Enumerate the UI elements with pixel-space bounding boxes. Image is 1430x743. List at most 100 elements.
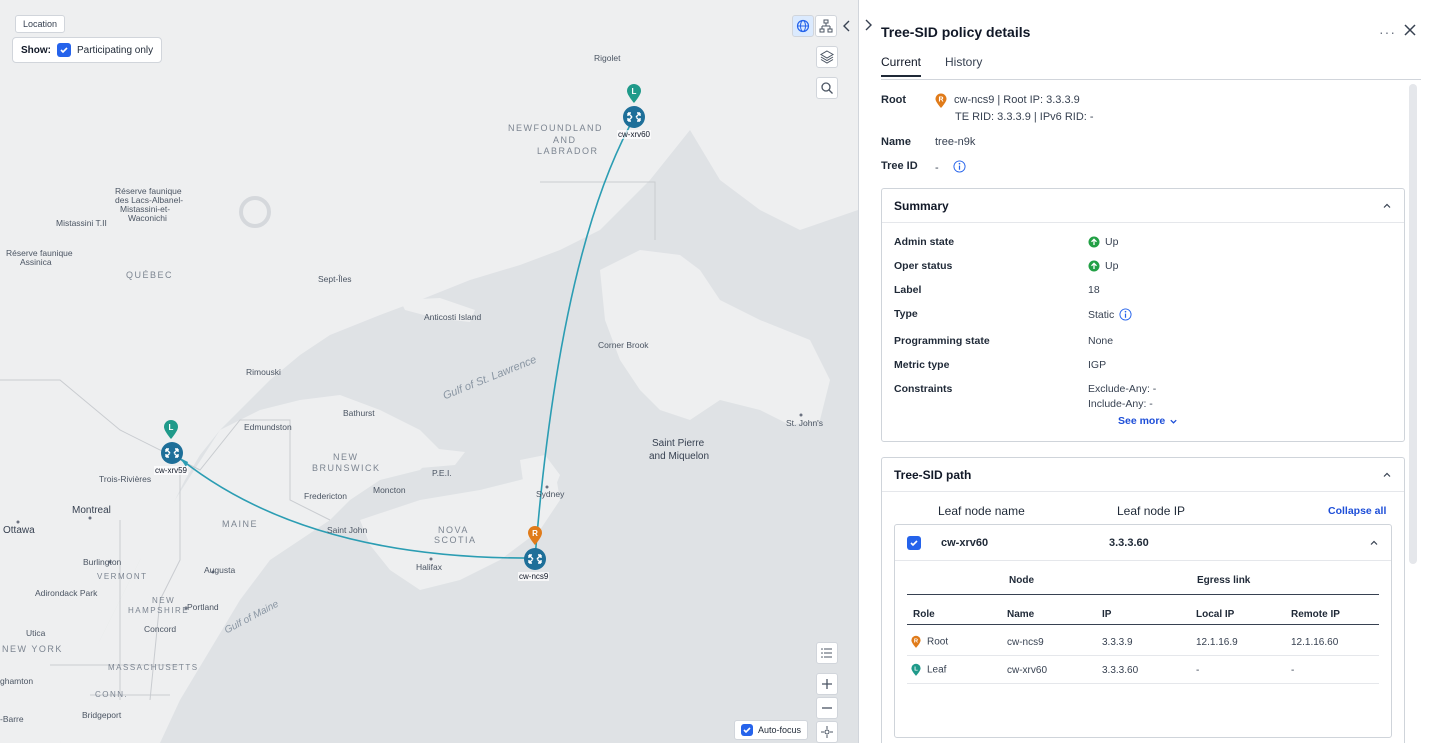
summary-value: Static [1088,308,1132,321]
collapse-all-link[interactable]: Collapse all [1328,505,1386,517]
group-header-egress: Egress link [1197,575,1251,586]
node-label: cw-ncs9 [518,572,550,581]
location-tag: Location [15,15,66,33]
scrollbar[interactable] [1409,84,1417,564]
chevron-up-icon[interactable] [1382,470,1392,480]
row-divider [907,683,1379,684]
summary-header[interactable]: Summary [882,189,1404,223]
hierarchy-icon [819,19,833,33]
tree-id-label: Tree ID [881,160,918,172]
node-label: cw-xrv59 [154,466,189,475]
status-up-icon [1088,260,1100,272]
map-label: Utica [26,628,46,638]
tab-divider [881,79,1421,80]
see-more-link[interactable]: See more [1118,415,1178,427]
summary-value: Include-Any: - [1088,398,1153,410]
column-header: Role [913,609,935,620]
map-label: Bridgeport [82,710,122,720]
map-label: Adirondack Park [35,588,98,598]
map-label: Bathurst [343,408,375,418]
close-icon[interactable] [1402,22,1418,38]
path-header[interactable]: Tree-SID path [882,458,1404,492]
role-cell: L Leaf [911,663,946,677]
router-icon[interactable] [622,105,646,129]
leaf-node-ip: 3.3.3.60 [1109,537,1149,549]
auto-focus-label: Auto-focus [758,725,802,735]
leaf-pin-icon[interactable]: L [626,84,642,104]
column-header: Name [1007,609,1035,620]
table-divider [907,594,1379,595]
name-cell: cw-xrv60 [1007,665,1048,676]
collapse-panel-button[interactable] [838,15,856,37]
map-label: BRUNSWICK [312,463,381,473]
legend-button[interactable] [816,642,838,664]
column-header: Local IP [1196,609,1235,620]
role-text: Leaf [927,664,947,676]
summary-key: Oper status [894,260,953,272]
participating-only-checkbox[interactable] [57,43,71,57]
map-label: Assinica [20,257,52,267]
tab-current[interactable]: Current [881,55,922,77]
map-label: Portland [187,602,219,612]
map-label: Concord [144,624,177,634]
map-search-button[interactable] [816,77,838,99]
map-label: Ottawa [3,525,35,536]
map-label: Sept-Îles [318,274,352,284]
summary-key: Constraints [894,383,953,395]
map-label: Sydney [536,489,565,499]
map-label: Edmundston [244,422,292,432]
column-header: Remote IP [1291,609,1340,620]
check-icon [910,540,918,547]
ip-cell: 3.3.3.60 [1102,665,1139,676]
map-label: NEW YORK [2,644,63,654]
row-divider [907,655,1379,656]
map-label: Burlington [83,557,122,567]
leaf-node-header[interactable]: cw-xrv60 3.3.3.60 [895,525,1391,561]
router-icon[interactable] [523,547,547,571]
zoom-in-button[interactable] [816,673,838,695]
crosshair-icon [821,726,833,738]
map-label: Corner Brook [598,340,649,350]
svg-text:L: L [914,666,918,672]
name-value: tree-n9k [935,136,976,148]
leaf-pin-icon: L [911,663,921,676]
info-icon[interactable] [1119,308,1132,321]
root-value-line2: TE RID: 3.3.3.9 | IPv6 RID: - [955,111,1094,123]
layers-button[interactable] [816,46,838,68]
svg-text:R: R [938,97,943,104]
auto-focus-toggle[interactable]: Auto-focus [734,720,809,740]
leaf-node-checkbox[interactable] [907,536,921,550]
chevron-right-icon[interactable] [861,18,875,32]
chevron-up-icon[interactable] [1369,538,1379,548]
router-icon[interactable] [160,441,184,465]
remote-ip-cell: 12.1.16.60 [1291,637,1339,648]
logical-view-button[interactable] [815,15,837,37]
map-label: VERMONT [97,572,148,581]
tree-sid-path-card: Tree-SID path Leaf node name Leaf node I… [881,457,1405,743]
summary-value: Exclude-Any: - [1088,383,1157,395]
root-pin-icon[interactable]: R [527,526,543,546]
summary-key: Label [894,284,922,296]
fit-view-button[interactable] [816,721,838,743]
info-icon[interactable] [953,160,966,173]
plus-icon [822,679,832,689]
tab-bar: Current History [881,55,982,77]
topology-map[interactable]: Rigolet NEWFOUNDLAND AND LABRADOR Réserv… [0,0,858,743]
more-options-button[interactable]: ··· [1379,24,1396,40]
panel-title: Tree-SID policy details [881,24,1031,40]
root-value-line1: cw-ncs9 | Root IP: 3.3.3.9 [954,94,1080,106]
zoom-out-button[interactable] [816,697,838,719]
participating-only-label[interactable]: Participating only [77,45,153,56]
tab-history[interactable]: History [945,55,982,77]
table-divider [907,624,1379,625]
chevron-up-icon[interactable] [1382,201,1392,211]
role-cell: R Root [911,635,948,649]
globe-icon [796,19,810,33]
geo-view-button[interactable] [792,15,814,37]
auto-focus-checkbox[interactable] [741,724,753,736]
map-label: NEWFOUNDLAND [508,123,604,133]
map-label: St. John's [786,418,824,428]
path-title: Tree-SID path [894,467,972,482]
leaf-pin-icon[interactable]: L [163,420,179,440]
map-label: NEW [333,452,359,462]
